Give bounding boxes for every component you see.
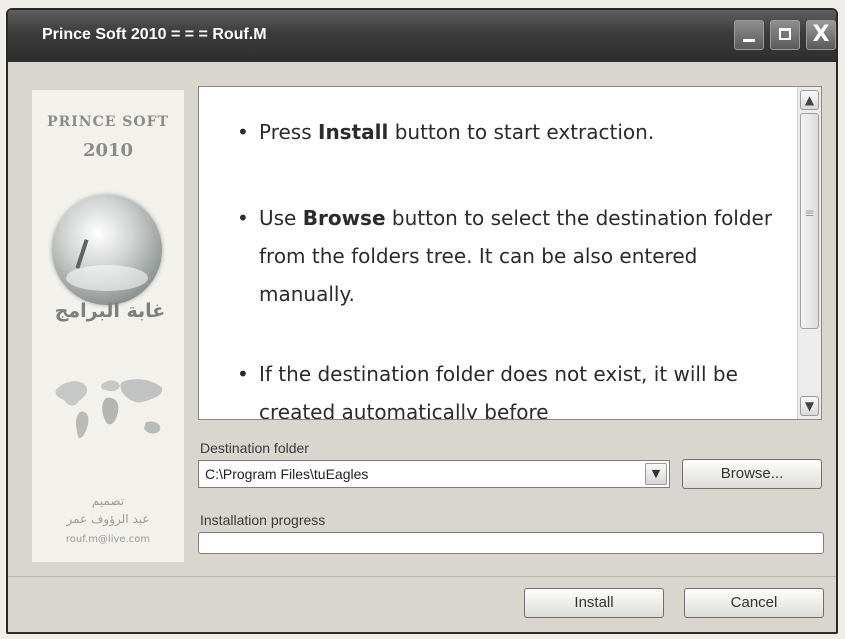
instruction-bullet-install: Press Install button to start extraction… [237,113,789,151]
credit-author: عبد الرؤوف عمر [66,512,150,526]
installer-window: Prince Soft 2010 = = = Rouf.M X PRINCE S… [6,8,838,634]
destination-folder-combobox[interactable]: C:\Program Files\tuEagles ▼ [198,460,670,488]
brand-name: PRINCE SOFT [47,114,169,130]
scroll-thumb[interactable] [800,113,819,329]
instructions-scrollbar[interactable]: ▲ ▼ [797,87,821,419]
dropdown-arrow-icon[interactable]: ▼ [645,463,667,485]
credit-design-label: تصميم [91,494,125,508]
scroll-up-arrow-icon[interactable]: ▲ [800,90,819,110]
arabic-logo-text: غابة البرامج [54,300,166,322]
maximize-icon[interactable] [770,20,800,50]
sidebar-panel: PRINCE SOFT 2010 غابة البرامج تصميم عبد … [32,90,184,562]
destination-folder-input[interactable]: C:\Program Files\tuEagles [205,466,368,482]
credit-email: rouf.m@live.com [65,534,151,545]
browse-button[interactable]: Browse... [682,459,822,489]
installation-progress-bar [198,532,824,554]
title-bar[interactable]: Prince Soft 2010 = = = Rouf.M X [8,10,836,62]
cancel-button[interactable]: Cancel [684,588,824,618]
instructions-panel[interactable]: Press Install button to start extraction… [198,86,822,420]
window-title: Prince Soft 2010 = = = Rouf.M [42,26,267,43]
close-button[interactable]: X [806,20,836,50]
close-icon: X [812,22,830,47]
install-button[interactable]: Install [524,588,664,618]
brand-year: 2010 [82,140,134,161]
minimize-icon[interactable] [734,20,764,50]
installation-progress-label: Installation progress [200,512,326,528]
instruction-bullet-browse: Use Browse button to select the destinat… [237,199,789,313]
footer-divider [8,576,836,577]
instruction-bullet-folder: If the destination folder does not exist… [237,355,789,419]
scroll-down-arrow-icon[interactable]: ▼ [800,396,819,416]
destination-folder-label: Destination folder [200,440,309,456]
globe-logo-icon [52,195,162,305]
world-map-icon [55,379,163,439]
